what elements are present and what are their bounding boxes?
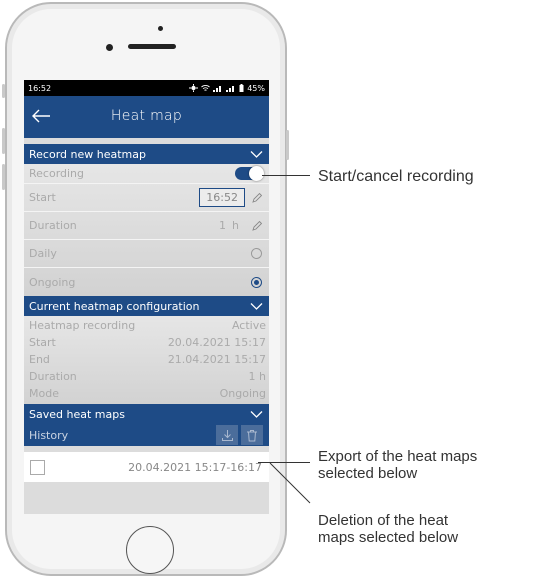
annotation-delete: Deletion of the heat maps selected below xyxy=(318,512,459,546)
leader-line xyxy=(269,462,311,504)
